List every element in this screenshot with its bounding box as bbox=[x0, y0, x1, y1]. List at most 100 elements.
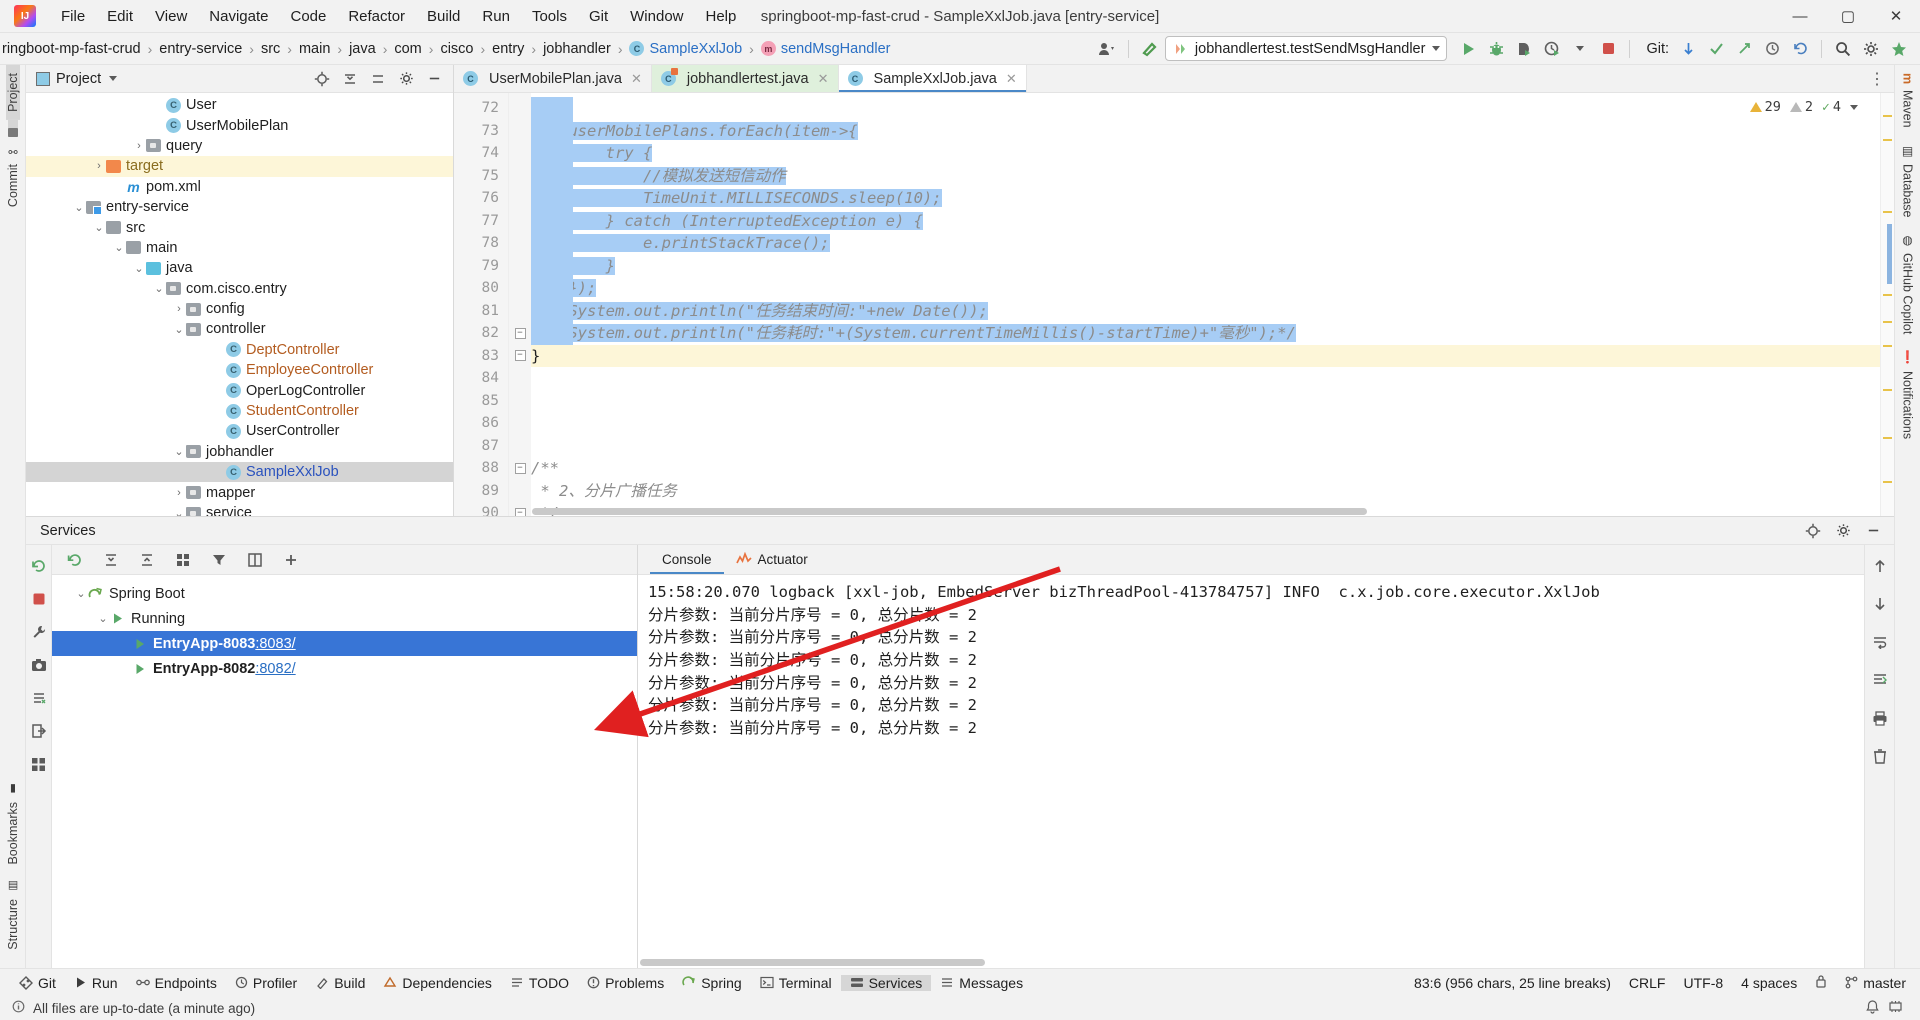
project-tree-row[interactable]: C EmployeeController bbox=[26, 360, 453, 380]
tool-button-bookmarks[interactable]: Bookmarks ▮ bbox=[6, 775, 20, 873]
fold-marker[interactable] bbox=[509, 412, 531, 435]
chevron-right-icon[interactable]: › bbox=[172, 487, 186, 499]
marker-gutter[interactable] bbox=[1880, 93, 1894, 516]
caret-position[interactable]: 83:6 (956 chars, 25 line breaks) bbox=[1414, 975, 1611, 991]
print-icon[interactable] bbox=[1867, 705, 1893, 731]
code-editor[interactable]: 72 73 74 75 76 77 78 79 80 81 82 83 84 85 86 87 88 89 90 −… bbox=[454, 93, 1894, 516]
rerun-icon[interactable] bbox=[26, 553, 52, 579]
services-app-port-link[interactable]: :8083/ bbox=[255, 636, 295, 652]
fold-marker[interactable] bbox=[509, 210, 531, 233]
project-tree-row[interactable]: ⌄ entry-service bbox=[26, 197, 453, 217]
fold-marker[interactable] bbox=[509, 390, 531, 413]
chevron-down-icon[interactable]: ⌄ bbox=[172, 445, 186, 458]
soft-wrap-icon[interactable] bbox=[1867, 629, 1893, 655]
menu-refactor[interactable]: Refactor bbox=[337, 5, 416, 28]
menu-git[interactable]: Git bbox=[578, 5, 619, 28]
close-icon[interactable]: ✕ bbox=[1006, 71, 1017, 87]
code-line[interactable]: * 2、分片广播任务 bbox=[531, 480, 1894, 503]
gear-icon[interactable] bbox=[1858, 36, 1884, 62]
fold-marker[interactable] bbox=[509, 232, 531, 255]
fold-marker[interactable] bbox=[509, 435, 531, 458]
code-line[interactable]: e.printStackTrace(); bbox=[531, 232, 1894, 255]
indent-setting[interactable]: 4 spaces bbox=[1741, 975, 1797, 991]
console-output[interactable]: 15:58:20.070 logback [xxl-job, EmbedServ… bbox=[638, 575, 1864, 956]
debug-icon[interactable] bbox=[1483, 36, 1509, 62]
notification-icon[interactable] bbox=[1866, 999, 1879, 1017]
profiler-icon[interactable] bbox=[1539, 36, 1565, 62]
chevron-down-icon[interactable]: ⌄ bbox=[112, 241, 126, 254]
project-tree-row[interactable]: ⌄ src bbox=[26, 217, 453, 237]
status-tool-profiler[interactable]: Profiler bbox=[226, 975, 306, 991]
tool-button-structure[interactable]: Structure ▤ bbox=[6, 872, 20, 958]
services-tree[interactable]: ⌄ Spring Boot ⌄ Running EntryApp-8083:8083/E… bbox=[52, 575, 637, 968]
code-line[interactable]: /** bbox=[531, 457, 1894, 480]
menu-help[interactable]: Help bbox=[695, 5, 748, 28]
weak-warning-count[interactable]: 2 bbox=[1789, 99, 1813, 115]
collapse-all-icon[interactable] bbox=[134, 547, 160, 573]
fold-marker[interactable] bbox=[509, 480, 531, 503]
project-tree-row[interactable]: ⌄ jobhandler bbox=[26, 442, 453, 462]
project-tree-row[interactable]: › config bbox=[26, 299, 453, 319]
chevron-down-icon[interactable]: ⌄ bbox=[172, 507, 186, 517]
fold-marker[interactable] bbox=[509, 97, 531, 120]
gear-icon[interactable] bbox=[1830, 518, 1856, 544]
fold-collapse-icon[interactable]: − bbox=[514, 350, 526, 362]
console-tab[interactable]: Console bbox=[650, 545, 724, 574]
status-tool-terminal[interactable]: Terminal bbox=[751, 975, 841, 991]
code-line[interactable] bbox=[531, 390, 1894, 413]
status-tool-run[interactable]: Run bbox=[65, 975, 127, 991]
fold-collapse-icon[interactable]: − bbox=[514, 507, 526, 516]
breadcrumb-item-7[interactable]: entry bbox=[490, 41, 526, 57]
fold-marker[interactable] bbox=[509, 120, 531, 143]
code-content[interactable]: userMobilePlans.forEach(item->{ try { //… bbox=[531, 93, 1894, 516]
expand-icon[interactable] bbox=[365, 66, 391, 92]
services-tree-row[interactable]: EntryApp-8083:8083/ bbox=[52, 631, 637, 656]
gear-icon[interactable] bbox=[393, 66, 419, 92]
chevron-down-icon[interactable]: ⌄ bbox=[72, 201, 86, 214]
fold-collapse-icon[interactable]: − bbox=[514, 462, 526, 474]
user-icon[interactable] bbox=[1094, 36, 1120, 62]
git-branch[interactable]: master bbox=[1845, 975, 1906, 991]
more-options-icon[interactable]: ⋮ bbox=[1869, 69, 1886, 89]
code-line[interactable] bbox=[531, 97, 1894, 120]
tool-button-database[interactable]: ▤ Database bbox=[1901, 136, 1915, 226]
breadcrumb-item-6[interactable]: cisco bbox=[438, 41, 475, 57]
code-line[interactable]: try { bbox=[531, 142, 1894, 165]
services-tree-row[interactable]: ⌄ Running bbox=[52, 606, 637, 631]
git-update-icon[interactable] bbox=[1675, 36, 1701, 62]
filter-icon[interactable] bbox=[206, 547, 232, 573]
maximize-button[interactable]: ▢ bbox=[1824, 0, 1872, 33]
fold-marker[interactable] bbox=[509, 277, 531, 300]
status-tool-dependencies[interactable]: Dependencies bbox=[374, 975, 501, 991]
fold-marker[interactable] bbox=[509, 187, 531, 210]
project-tree-row[interactable]: C StudentController bbox=[26, 401, 453, 421]
services-app-port-link[interactable]: :8082/ bbox=[255, 661, 295, 677]
inspection-chevron[interactable] bbox=[1850, 104, 1858, 110]
fold-marker[interactable] bbox=[509, 367, 531, 390]
breadcrumb-item-class[interactable]: C SampleXxlJob bbox=[627, 41, 744, 57]
chevron-down-icon[interactable]: ⌄ bbox=[92, 221, 106, 234]
code-line[interactable]: } bbox=[531, 255, 1894, 278]
search-icon[interactable] bbox=[1830, 36, 1856, 62]
code-line[interactable] bbox=[531, 435, 1894, 458]
tool-button-maven[interactable]: m Maven bbox=[1901, 65, 1915, 136]
project-tree-row[interactable]: C OperLogController bbox=[26, 380, 453, 400]
menu-build[interactable]: Build bbox=[416, 5, 471, 28]
tool-button-project[interactable]: Project bbox=[5, 65, 20, 120]
console-horizontal-scrollbar[interactable] bbox=[638, 956, 1864, 968]
project-tree-row[interactable]: ⌄ controller bbox=[26, 319, 453, 339]
group-icon[interactable] bbox=[170, 547, 196, 573]
fold-marker[interactable]: − bbox=[509, 345, 531, 368]
services-tree-row[interactable]: ⌄ Spring Boot bbox=[52, 581, 637, 606]
fold-marker[interactable]: − bbox=[509, 457, 531, 480]
run-more-chevron-icon[interactable] bbox=[1567, 36, 1593, 62]
layout-icon[interactable] bbox=[242, 547, 268, 573]
menu-edit[interactable]: Edit bbox=[96, 5, 144, 28]
coverage-icon[interactable] bbox=[1511, 36, 1537, 62]
git-push-icon[interactable] bbox=[1731, 36, 1757, 62]
code-line[interactable] bbox=[531, 412, 1894, 435]
collapse-all-icon[interactable] bbox=[337, 66, 363, 92]
scrollbar-thumb[interactable] bbox=[532, 508, 1367, 515]
run-icon[interactable] bbox=[1455, 36, 1481, 62]
menu-code[interactable]: Code bbox=[279, 5, 337, 28]
